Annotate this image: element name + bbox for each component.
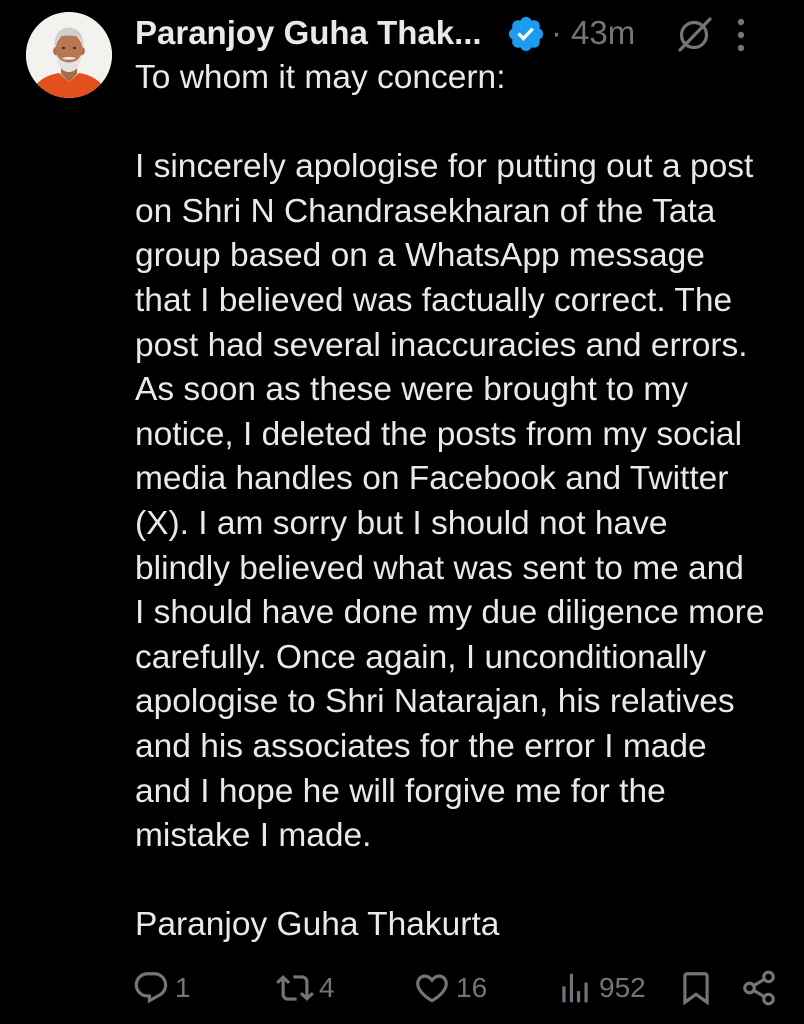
avatar[interactable] [26, 12, 112, 98]
reply-count: 1 [175, 972, 191, 1003]
share-node [762, 970, 775, 984]
heart-icon-shape [416, 974, 448, 1003]
author-display-name[interactable]: Paranjoy Guha Thak... [135, 11, 482, 55]
bookmark-icon [683, 972, 709, 1006]
avatar-eye-left [61, 46, 66, 50]
avatar-eye-right [72, 46, 77, 50]
paragraph-line: mistake I made. [135, 817, 372, 855]
more-dot [737, 31, 745, 39]
bookmark-button[interactable] [677, 967, 715, 1009]
views-count: 952 [599, 972, 646, 1003]
share-button[interactable] [740, 967, 778, 1009]
views-button[interactable]: 952 [556, 967, 646, 1009]
paragraph-line: and his associates for the error I made [135, 727, 707, 765]
share-link [752, 989, 766, 999]
paragraph-line: apologise to Shri Natarajan, his relativ… [135, 683, 735, 721]
paragraph-line: (X). I am sorry but I should not have [135, 504, 668, 542]
more-dot [737, 18, 745, 26]
paragraph-line: notice, I deleted the posts from my soci… [135, 415, 743, 453]
timestamp-separator: · [551, 14, 562, 51]
bookmark-icon-shape [683, 972, 709, 1006]
avatar-portrait [26, 12, 112, 98]
paragraph-line: media handles on Facebook and Twitter [135, 460, 729, 498]
paragraph-line: group based on a WhatsApp message [135, 237, 705, 275]
reply-icon-shape [134, 972, 168, 1004]
repost-icon-shape [276, 975, 314, 1001]
paragraph-line: and I hope he will forgive me for the [135, 772, 666, 810]
share-node [762, 992, 775, 1006]
post-timestamp[interactable]: 43m [571, 11, 635, 55]
greeting-line: To whom it may concern: [135, 59, 506, 96]
like-count: 16 [456, 972, 488, 1003]
paragraph-line: that I believed was factually correct. T… [135, 281, 733, 319]
paragraph-line: I sincerely apologise for putting out a … [135, 148, 754, 186]
verified-badge-icon[interactable] [506, 14, 546, 54]
post-paragraph: I sincerely apologise for putting out a … [135, 145, 764, 859]
paragraph-line: carefully. Once again, I unconditionally [135, 638, 707, 676]
paragraph-line: blindly believed what was sent to me and [135, 549, 744, 587]
post[interactable]: Paranjoy Guha Thak... · 43m To whom it m… [0, 0, 804, 1024]
paragraph-line: As soon as these were brought to my [135, 371, 689, 409]
paragraph-line: I should have done my due diligence more [135, 594, 765, 632]
paragraph-line: post had several inaccuracies and errors… [135, 326, 748, 364]
reply-button[interactable]: 1 [132, 967, 191, 1009]
more-dot [737, 44, 745, 52]
like-button[interactable]: 16 [413, 967, 487, 1009]
paragraph-line: on Shri N Chandrasekharan of the Tata [135, 192, 716, 230]
reply-icon [134, 972, 168, 1004]
grok-icon[interactable] [673, 14, 713, 54]
share-link [752, 977, 766, 987]
heart-icon [416, 974, 448, 1003]
share-icon [743, 970, 775, 1006]
repost-button[interactable]: 4 [276, 967, 335, 1009]
post-text: To whom it may concern: I sincerely apol… [135, 56, 764, 948]
repost-icon [276, 975, 314, 1001]
repost-count: 4 [319, 972, 335, 1003]
views-icon-shape [562, 973, 588, 1003]
views-icon [562, 973, 588, 1003]
signature-line: Paranjoy Guha Thakurta [135, 906, 500, 944]
more-options-icon[interactable] [731, 12, 751, 58]
share-node [743, 981, 756, 995]
